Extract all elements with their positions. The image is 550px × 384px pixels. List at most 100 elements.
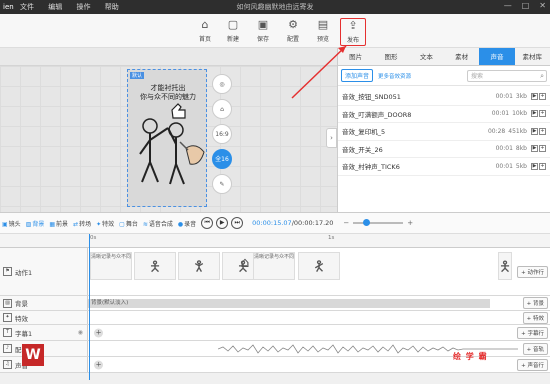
- record-tool[interactable]: ●录音: [178, 219, 196, 228]
- track-name: 背景: [15, 300, 28, 308]
- sound-item[interactable]: 音效_按钮_SND051 00:01 3kb ▶ +: [338, 88, 550, 106]
- search-icon[interactable]: ⌕: [540, 71, 544, 82]
- add-sound-icon[interactable]: +: [539, 145, 546, 153]
- effects-tool[interactable]: ✦特效: [96, 219, 114, 228]
- close-icon[interactable]: ✕: [539, 1, 546, 10]
- save-button[interactable]: ▣ 保存: [250, 18, 276, 46]
- add-sound-button[interactable]: 添加声音: [341, 69, 374, 82]
- ruler-mark: 1s: [328, 235, 335, 241]
- tts-tool[interactable]: ≋语音合成: [143, 219, 173, 228]
- action-clip[interactable]: 清晰记录与众不同: [90, 252, 132, 280]
- sound-size: 451kb: [508, 127, 527, 135]
- add-sound-icon[interactable]: +: [539, 162, 546, 170]
- transition-tool[interactable]: ⇄转场: [73, 219, 91, 228]
- track-label: ✦ 特效: [0, 311, 88, 324]
- play-sound-icon[interactable]: ▶: [531, 92, 538, 100]
- action-clip[interactable]: 🯆: [178, 252, 220, 280]
- track-name: 特效: [15, 314, 28, 323]
- action-clip[interactable]: 🯅: [498, 252, 512, 280]
- add-voice-button[interactable]: + 音轨: [522, 342, 548, 355]
- add-sound-icon[interactable]: +: [539, 110, 546, 118]
- edit-pencil-icon[interactable]: ✎: [212, 174, 232, 194]
- home-button[interactable]: ⌂ 首页: [192, 18, 218, 46]
- tab-sound[interactable]: 声音: [479, 48, 515, 65]
- new-button[interactable]: ▢ 新建: [220, 18, 246, 46]
- stage-label: 舞台: [125, 220, 138, 228]
- sound-item[interactable]: 音效_开关_26 00:01 8kb ▶ +: [338, 141, 550, 158]
- preview-button[interactable]: ▤ 预览: [310, 18, 336, 46]
- camera-tool[interactable]: ▣镜头: [2, 219, 21, 228]
- ratio-button[interactable]: 16:9: [212, 124, 232, 144]
- menu-help[interactable]: 帮助: [105, 3, 119, 11]
- background-clip[interactable]: 背景(默认淡入): [88, 299, 490, 308]
- prev-frame-icon[interactable]: ⏮: [201, 217, 214, 229]
- sound-duration: 00:01: [495, 92, 513, 100]
- add-background-button[interactable]: + 背景: [522, 297, 548, 309]
- track-body[interactable]: 背景(默认淡入) + 背景: [88, 296, 550, 310]
- fullscreen-button[interactable]: 全16: [212, 149, 232, 169]
- stickman-icon: 🯆: [192, 259, 206, 275]
- save-icon: ▣: [257, 18, 269, 31]
- menu-edit[interactable]: 编辑: [48, 3, 62, 11]
- foreground-tool[interactable]: ▦前景: [49, 219, 68, 228]
- stage-icon: ▢: [119, 220, 125, 228]
- add-sound-row-button[interactable]: + 声音行: [517, 358, 548, 371]
- scene-canvas[interactable]: 默认 才能衬托出 你与众不同的魅力: [127, 69, 207, 207]
- menu-operate[interactable]: 操作: [76, 3, 90, 11]
- zoom-slider[interactable]: [353, 219, 404, 226]
- publish-button[interactable]: ⇪ 发布: [340, 18, 366, 46]
- lock-tool-icon[interactable]: ⌂: [212, 99, 232, 119]
- house-clip[interactable]: ⌂: [238, 252, 252, 280]
- canvas-side-tools: ◎ ⌂ 16:9 全16 ✎: [212, 74, 236, 199]
- tab-images[interactable]: 图片: [338, 48, 373, 65]
- add-sound-track-icon[interactable]: +: [94, 360, 103, 369]
- background-tool[interactable]: ▨背景: [26, 219, 45, 228]
- add-effect-button[interactable]: + 特效: [522, 311, 548, 324]
- minimize-icon[interactable]: —: [504, 1, 512, 10]
- zoom-slider-knob[interactable]: [363, 219, 371, 226]
- sound-item[interactable]: 音效_叮满额声_DOOR8 00:01 10kb ▶ +: [338, 106, 550, 123]
- track-body[interactable]: + + 字幕行: [88, 325, 550, 340]
- sound-item[interactable]: 音效_复印机_5 00:28 451kb ▶ +: [338, 123, 550, 141]
- play-sound-icon[interactable]: ▶: [531, 127, 538, 135]
- play-sound-icon[interactable]: ▶: [531, 145, 538, 153]
- sound-search-input[interactable]: 搜索 ⌕: [467, 69, 547, 82]
- track-body[interactable]: + 特效: [88, 311, 550, 324]
- action-clip[interactable]: 清晰记录与众不同: [253, 252, 295, 280]
- zoom-in-icon[interactable]: +: [407, 219, 413, 227]
- visibility-eye-icon[interactable]: ◉: [78, 329, 83, 336]
- play-icon[interactable]: ▶: [216, 217, 229, 229]
- zoom-out-icon[interactable]: −: [343, 219, 349, 227]
- track-label: ♪ 配音: [0, 341, 88, 356]
- add-sound-icon[interactable]: +: [539, 92, 546, 100]
- clip-note: 清晰记录与众不同: [254, 254, 295, 260]
- settings-button[interactable]: ⚙ 配置: [280, 18, 306, 46]
- tab-materials[interactable]: 素材: [444, 48, 479, 65]
- action-clip[interactable]: 🯅: [134, 252, 176, 280]
- current-time: 00:00:15.07: [252, 219, 292, 227]
- timeline-ruler[interactable]: 0s 1s: [88, 234, 550, 248]
- target-tool-icon[interactable]: ◎: [212, 74, 232, 94]
- track-body[interactable]: 清晰记录与众不同 🯅 🯆 🯅 ⌂ 清晰记录与众不同 🯇 🯅 + 动作行: [88, 248, 550, 295]
- transition-label: 转场: [79, 220, 92, 228]
- timeline-playhead[interactable]: [89, 234, 90, 380]
- background-label: 背景: [32, 220, 45, 228]
- sound-item[interactable]: 音效_村钟声_TICK6 00:01 5kb ▶ +: [338, 158, 550, 176]
- stage-tool[interactable]: ▢舞台: [119, 219, 138, 228]
- tab-library[interactable]: 素材库: [515, 48, 550, 65]
- add-sound-icon[interactable]: +: [539, 127, 546, 135]
- action-clip[interactable]: 🯇: [298, 252, 340, 280]
- add-subtitle-icon[interactable]: +: [94, 328, 103, 337]
- maximize-icon[interactable]: □: [522, 1, 530, 10]
- tab-shapes[interactable]: 图形: [373, 48, 408, 65]
- play-sound-icon[interactable]: ▶: [531, 162, 538, 170]
- next-frame-icon[interactable]: ⏭: [231, 217, 244, 229]
- add-subtitle-button[interactable]: + 字幕行: [517, 326, 548, 339]
- title-bar: ien 文件 编辑 操作 帮助 如何风趣幽默地由远寄发 — □ ✕: [0, 0, 550, 14]
- collapse-panel-icon[interactable]: ›: [326, 128, 337, 148]
- more-sounds-link[interactable]: 更多音效资源: [378, 72, 411, 80]
- tab-text[interactable]: 文本: [409, 48, 444, 65]
- play-sound-icon[interactable]: ▶: [531, 110, 538, 118]
- menu-file[interactable]: 文件: [20, 3, 34, 11]
- add-action-button[interactable]: + 动作行: [517, 265, 548, 278]
